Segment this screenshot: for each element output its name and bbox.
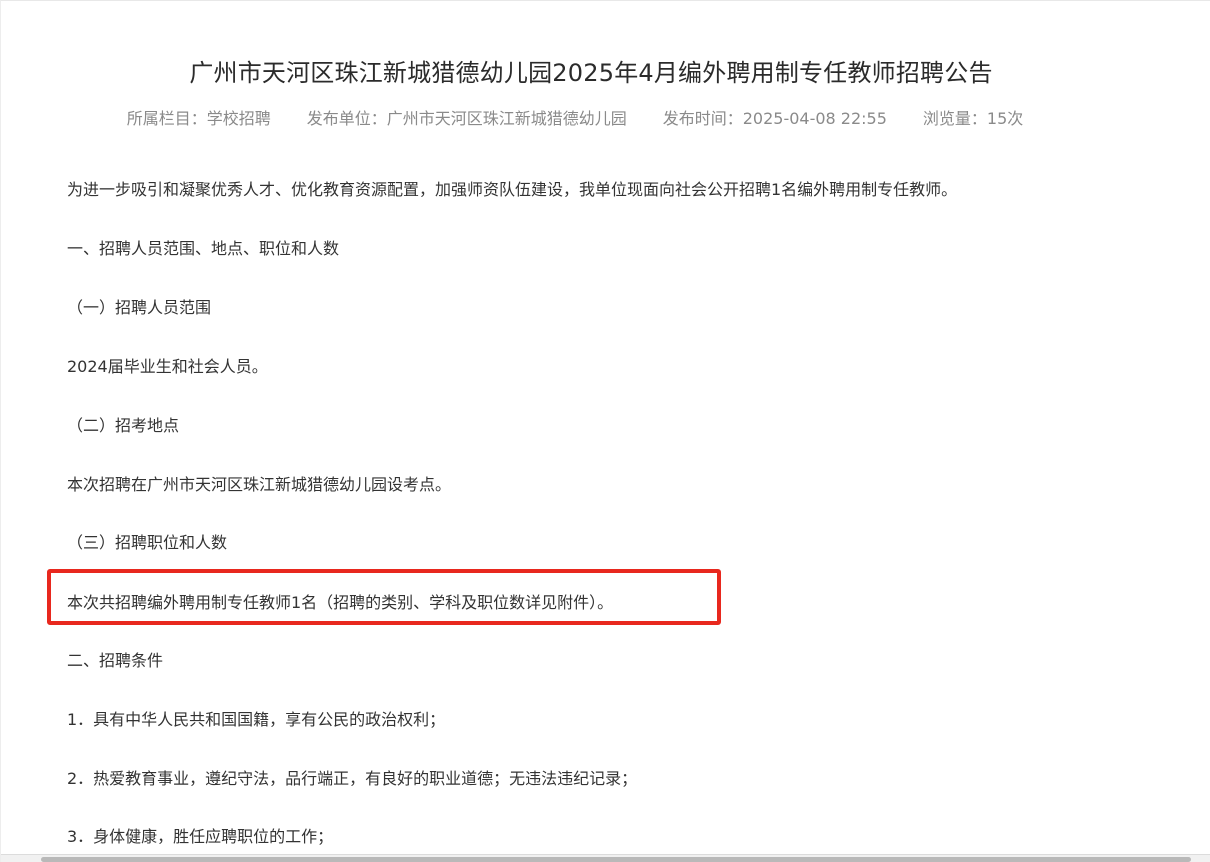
section-heading-conditions: 二、招聘条件 [67,651,164,670]
horizontal-scrollbar[interactable] [1,854,1210,862]
condition-item-2: 2．热爱教育事业，遵纪守法，品行端正，有良好的职业道德；无违法违纪记录； [67,769,638,788]
condition-item-1: 1．具有中华人民共和国国籍，享有公民的政治权利； [67,710,446,729]
subheading-recruit-range: （一）招聘人员范围 [67,298,212,317]
meta-category: 所属栏目：学校招聘 [126,109,271,128]
subheading-exam-location: （二）招考地点 [67,416,180,435]
meta-view-count: 浏览量：15次 [922,109,1024,128]
article-meta: 所属栏目：学校招聘 发布单位：广州市天河区珠江新城猎德幼儿园 发布时间：2025… [1,105,1149,129]
article-title: 广州市天河区珠江新城猎德幼儿园2025年4月编外聘用制专任教师招聘公告 [189,59,993,87]
paragraph-exam-location: 本次招聘在广州市天河区珠江新城猎德幼儿园设考点。 [67,475,452,494]
meta-publisher: 发布单位：广州市天河区珠江新城猎德幼儿园 [306,109,627,128]
section-heading-recruitment-scope: 一、招聘人员范围、地点、职位和人数 [67,239,340,258]
paragraph-recruit-range: 2024届毕业生和社会人员。 [67,357,268,376]
intro-paragraph: 为进一步吸引和凝聚优秀人才、优化教育资源配置，加强师资队伍建设，我单位现面向社会… [67,180,958,199]
subheading-positions: （三）招聘职位和人数 [67,533,228,552]
condition-item-3: 3．身体健康，胜任应聘职位的工作； [67,827,334,846]
meta-published-time: 发布时间：2025-04-08 22:55 [662,109,887,128]
article-page: 广州市天河区珠江新城猎德幼儿园2025年4月编外聘用制专任教师招聘公告 所属栏目… [0,0,1210,862]
highlight-annotation-box [47,569,721,625]
scrollbar-thumb[interactable] [41,857,1191,862]
